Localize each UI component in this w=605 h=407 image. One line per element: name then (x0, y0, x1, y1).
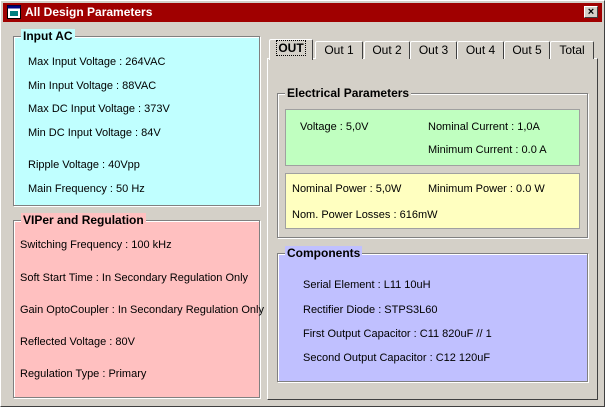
tab-out-5[interactable]: Out 5 (504, 41, 550, 59)
first-output-capacitor: First Output Capacitor : C11 820uF // 1 (303, 328, 492, 340)
tab-out-3[interactable]: Out 3 (410, 41, 457, 59)
second-output-capacitor: Second Output Capacitor : C12 120uF (303, 352, 491, 364)
electrical-parameters-legend: Electrical Parameters (285, 86, 412, 100)
nominal-power-value: Nominal Power : 5,0W (292, 183, 402, 195)
minimum-current-value: Minimum Current : 0.0 A (428, 144, 547, 156)
viper-regulation-legend: VIPer and Regulation (21, 213, 146, 227)
max-input-voltage: Max Input Voltage : 264VAC (28, 56, 166, 68)
minimum-power-value: Minimum Power : 0.0 W (428, 183, 545, 195)
window-title: All Design Parameters (25, 5, 153, 19)
max-dc-input-voltage: Max DC Input Voltage : 373V (28, 103, 170, 115)
regulation-type: Regulation Type : Primary (20, 368, 147, 380)
reflected-voltage: Reflected Voltage : 80V (20, 336, 135, 348)
ripple-voltage: Ripple Voltage : 40Vpp (28, 159, 140, 171)
design-parameters-window: All Design Parameters × Input AC Max Inp… (0, 0, 605, 407)
tab-out-4[interactable]: Out 4 (457, 41, 504, 59)
tab-label: Out 5 (512, 43, 542, 57)
tab-out-label: OUT (276, 40, 306, 56)
min-input-voltage: Min Input Voltage : 88VAC (28, 80, 157, 92)
tab-label: Out 4 (465, 43, 496, 57)
main-frequency: Main Frequency : 50 Hz (28, 183, 145, 195)
app-window-icon (7, 5, 21, 19)
tab-label: Out 3 (418, 43, 449, 57)
tab-out[interactable]: OUT (269, 39, 313, 60)
current-values-box (285, 109, 580, 166)
tab-total[interactable]: Total (550, 41, 594, 59)
close-icon: × (587, 6, 595, 18)
min-dc-input-voltage: Min DC Input Voltage : 84V (28, 127, 161, 139)
nominal-current-value: Nominal Current : 1,0A (428, 121, 540, 133)
power-losses-value: Nom. Power Losses : 616mW (292, 209, 438, 221)
tab-out-1[interactable]: Out 1 (315, 41, 363, 59)
tab-out-2[interactable]: Out 2 (364, 41, 410, 59)
close-button[interactable]: × (584, 6, 598, 18)
input-ac-legend: Input AC (21, 29, 75, 43)
tab-label: Out 1 (324, 43, 354, 57)
voltage-value: Voltage : 5,0V (300, 121, 369, 133)
serial-element: Serial Element : L11 10uH (303, 279, 431, 291)
tab-label: Out 2 (372, 43, 402, 57)
tab-label: Total (559, 43, 585, 57)
switching-frequency: Switching Frequency : 100 kHz (20, 239, 172, 251)
soft-start-time: Soft Start Time : In Secondary Regulatio… (20, 272, 249, 284)
components-legend: Components (285, 246, 363, 260)
gain-optocoupler: Gain OptoCoupler : In Secondary Regulati… (20, 304, 264, 316)
title-bar: All Design Parameters × (3, 3, 602, 22)
rectifier-diode: Rectifier Diode : STPS3L60 (303, 304, 438, 316)
